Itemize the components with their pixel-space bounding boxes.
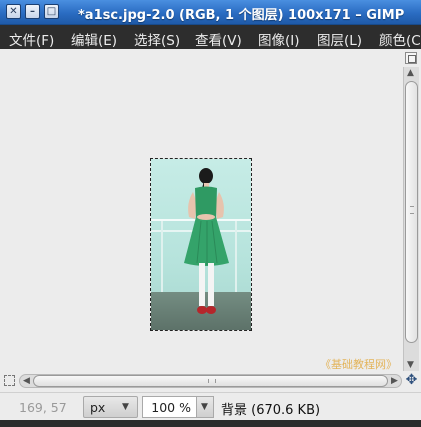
menu-image[interactable]: 图像(I)	[258, 29, 300, 49]
image-layer[interactable]	[150, 158, 252, 331]
menu-edit[interactable]: 编辑(E)	[71, 29, 117, 49]
horizontal-scrollbar-thumb[interactable]	[33, 375, 388, 387]
photo-girl-dancer-icon	[184, 168, 229, 314]
watermark-text: 《基础教程网》	[320, 358, 397, 371]
chevron-down-icon: ▼	[201, 402, 208, 412]
status-bar: 169, 57 px ▼ 100 % ▼ 背景 (670.6 KB)	[0, 392, 421, 420]
unit-selector[interactable]: px ▼	[83, 396, 138, 418]
pointer-coordinates: 169, 57	[19, 400, 67, 415]
menu-file[interactable]: 文件(F)	[9, 29, 54, 49]
title-bar: ✕ – □ *a1sc.jpg-2.0 (RGB, 1 个图层) 100x171…	[0, 0, 421, 25]
move-icon[interactable]: ✥	[404, 373, 419, 388]
minimize-window-button[interactable]: –	[25, 4, 40, 19]
grip-icon	[410, 206, 414, 214]
window-title: *a1sc.jpg-2.0 (RGB, 1 个图层) 100x171 – GIM…	[78, 8, 405, 23]
grip-icon	[208, 379, 216, 383]
menu-select[interactable]: 选择(S)	[134, 29, 180, 49]
scroll-left-icon[interactable]: ◀	[23, 377, 30, 386]
horizontal-scrollbar[interactable]: ◀ ▶	[19, 374, 402, 388]
menu-bar: 文件(F) 编辑(E) 选择(S) 查看(V) 图像(I) 图层(L) 颜色(C	[0, 25, 421, 49]
zoom-input[interactable]: 100 %	[142, 396, 197, 418]
navigate-icon[interactable]	[405, 52, 417, 64]
menu-colors[interactable]: 颜色(C	[379, 29, 421, 49]
image-window-workarea: ▲ ▼ 《基础教程网》 ◀ ▶ ✥	[0, 49, 421, 392]
zoom-value: 100 %	[151, 400, 191, 415]
menu-layer[interactable]: 图层(L)	[317, 29, 362, 49]
vertical-scrollbar[interactable]: ▲ ▼	[403, 67, 419, 374]
scroll-right-icon[interactable]: ▶	[391, 377, 398, 386]
chevron-down-icon: ▼	[122, 402, 129, 412]
horizontal-scroll-row: ◀ ▶ ✥	[0, 371, 421, 391]
vertical-scrollbar-thumb[interactable]	[405, 81, 418, 343]
scroll-down-icon[interactable]: ▼	[407, 361, 414, 370]
scroll-up-icon[interactable]: ▲	[407, 69, 414, 78]
zoom-dropdown-button[interactable]: ▼	[197, 396, 214, 418]
menu-view[interactable]: 查看(V)	[195, 29, 242, 49]
status-message: 背景 (670.6 KB)	[221, 403, 321, 418]
window-bottom-border	[0, 420, 421, 427]
maximize-window-button[interactable]: □	[44, 4, 59, 19]
unit-label: px	[90, 400, 106, 415]
close-window-button[interactable]: ✕	[6, 4, 21, 19]
canvas-top-padding	[0, 49, 403, 65]
quick-mask-icon[interactable]	[4, 375, 15, 386]
